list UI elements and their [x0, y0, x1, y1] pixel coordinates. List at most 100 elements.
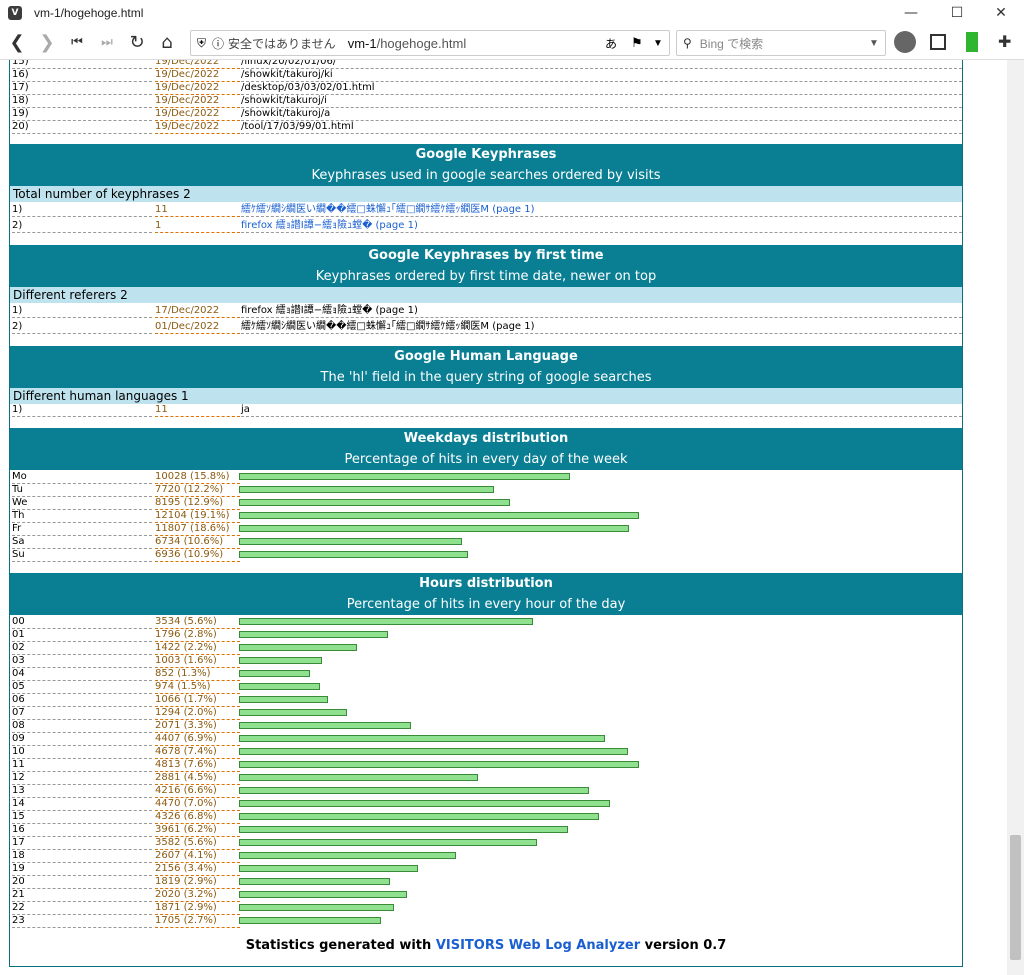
table-row: 1) 11 繧ｹ繧ｿ繝ｼ繝医い繝��繧□蛛懈ｭ｢繧□繝ｻ繧ｹ繧ｯ繝医M (page …	[10, 203, 962, 217]
hits-bar	[239, 839, 537, 846]
chevron-down-icon[interactable]: ▼	[653, 38, 663, 49]
row-value: 974 (1.5%)	[155, 680, 240, 694]
table-row: Fr 11807 (18.6%)	[10, 522, 962, 536]
table-row: 13 4216 (6.6%)	[10, 784, 962, 798]
table-row: 14 4470 (7.0%)	[10, 797, 962, 811]
row-label: 03	[12, 654, 152, 668]
table-row: 1) 11 ja	[10, 403, 962, 417]
row-value: 1066 (1.7%)	[155, 693, 240, 707]
reload-icon[interactable]: ↻	[122, 28, 152, 58]
row-value: 1003 (1.6%)	[155, 654, 240, 668]
hits-bar	[239, 878, 390, 885]
row-value: 3582 (5.6%)	[155, 836, 240, 850]
section-header: Hours distribution Percentage of hits in …	[10, 573, 962, 615]
section-subtitle: Keyphrases used in google searches order…	[311, 168, 661, 183]
url-path: /hogehoge.html	[376, 35, 467, 51]
minimize-button[interactable]: —	[888, 0, 934, 26]
profile-icon[interactable]	[894, 31, 916, 53]
table-row: 00 3534 (5.6%)	[10, 615, 962, 629]
section-subtitle: Percentage of hits in every hour of the …	[346, 597, 626, 612]
capture-icon[interactable]	[930, 34, 946, 50]
table-row: Tu 7720 (12.2%)	[10, 483, 962, 497]
row-label: Su	[12, 548, 152, 562]
row-value: 10028 (15.8%)	[155, 470, 240, 484]
hits-bar	[239, 486, 494, 493]
table-row: 08 2071 (3.3%)	[10, 719, 962, 733]
row-value: 11	[155, 203, 240, 217]
maximize-button[interactable]: ☐	[934, 0, 980, 26]
row-value: 19/Dec/2022	[155, 120, 240, 134]
table-row: 04 852 (1.3%)	[10, 667, 962, 681]
row-value: 2607 (4.1%)	[155, 849, 240, 863]
row-value: 1705 (2.7%)	[155, 914, 240, 928]
row-label: Tu	[12, 483, 152, 497]
row-label: 13	[12, 784, 152, 798]
row-label: 1)	[12, 203, 152, 217]
visitors-link[interactable]: VISITORS Web Log Analyzer	[436, 938, 640, 953]
forward-icon[interactable]: ❯	[32, 28, 62, 58]
row-value: 17/Dec/2022	[155, 304, 240, 318]
row-label: 11	[12, 758, 152, 772]
hits-bar	[239, 800, 610, 807]
translate-icon[interactable]: あ	[605, 35, 617, 52]
hits-bar	[239, 852, 456, 859]
keyphrase-link[interactable]: firefox 繧ｮ譛I譚−繧ｮ險ｭ螳� (page 1)	[241, 219, 962, 233]
section-header: Weekdays distribution Percentage of hits …	[10, 428, 962, 470]
scrollbar-thumb[interactable]	[1010, 835, 1021, 960]
table-row: 15 4326 (6.8%)	[10, 810, 962, 824]
table-row: Sa 6734 (10.6%)	[10, 535, 962, 549]
url-host: vm-1	[347, 35, 377, 51]
row-label: 02	[12, 641, 152, 655]
extension-bookmark-icon[interactable]	[966, 32, 978, 52]
fast-forward-icon[interactable]: ⏭	[92, 28, 122, 58]
table-row: 19 2156 (3.4%)	[10, 862, 962, 876]
row-label: 23	[12, 914, 152, 928]
row-label: 12	[12, 771, 152, 785]
bookmark-icon[interactable]: ⚑	[631, 35, 643, 51]
hits-bar	[239, 499, 510, 506]
row-label: 00	[12, 615, 152, 629]
close-button[interactable]: ✕	[978, 0, 1024, 26]
row-value: 19/Dec/2022	[155, 94, 240, 108]
table-row: 2) 1 firefox 繧ｮ譛I譚−繧ｮ險ｭ螳� (page 1)	[10, 219, 962, 233]
row-label: Fr	[12, 522, 152, 536]
row-text: /showkit/takuroj/ki	[241, 68, 962, 82]
extensions-puzzle-icon[interactable]: ✚	[998, 32, 1011, 51]
keyphrase-link[interactable]: 繧ｹ繧ｿ繝ｼ繝医い繝��繧□蛛懈ｭ｢繧□繝ｻ繧ｹ繧ｯ繝医M (page 1)	[241, 203, 962, 217]
info-icon[interactable]: ⓘ	[212, 35, 224, 52]
search-engine-chevron-icon[interactable]: ▼	[869, 38, 879, 49]
table-row: 06 1066 (1.7%)	[10, 693, 962, 707]
search-field[interactable]: ⚲ Bing で検索 ▼	[676, 30, 886, 56]
table-row: 16 3961 (6.2%)	[10, 823, 962, 837]
rewind-icon[interactable]: ⏮	[62, 28, 92, 58]
url-text[interactable]: vm-1/hogehoge.html	[348, 36, 467, 51]
scrollbar[interactable]	[1007, 60, 1024, 975]
row-text: firefox 繧ｮ譛I譚−繧ｮ險ｭ螳� (page 1)	[241, 304, 962, 318]
row-value: 2881 (4.5%)	[155, 771, 240, 785]
section-title: Google Keyphrases by first time	[368, 248, 604, 263]
row-label: 21	[12, 888, 152, 902]
row-label: 20)	[12, 120, 152, 134]
section-subtitle: The 'hl' field in the query string of go…	[320, 370, 652, 385]
row-value: 6936 (10.9%)	[155, 548, 240, 562]
row-value: 1422 (2.2%)	[155, 641, 240, 655]
hits-bar	[239, 538, 462, 545]
nav-bar: ❮ ❯ ⏮ ⏭ ↻ ⌂ ⛨ ⓘ 安全ではありません vm-1/hogehoge.…	[0, 26, 1024, 60]
row-value: 19/Dec/2022	[155, 81, 240, 95]
table-row: 21 2020 (3.2%)	[10, 888, 962, 902]
home-icon[interactable]: ⌂	[152, 28, 182, 58]
section-title: Hours distribution	[419, 576, 553, 591]
row-text: /tool/17/03/99/01.html	[241, 120, 962, 134]
hits-bar	[239, 551, 468, 558]
shield-icon[interactable]: ⛨	[197, 36, 206, 51]
table-row: 18) 19/Dec/2022/showkit/takuroj/i	[10, 94, 962, 108]
search-input[interactable]: Bing で検索	[700, 35, 763, 52]
hits-bar	[239, 826, 568, 833]
row-value: 852 (1.3%)	[155, 667, 240, 681]
back-icon[interactable]: ❮	[2, 28, 32, 58]
hits-bar	[239, 644, 357, 651]
row-text: /showkit/takuroj/a	[241, 107, 962, 121]
table-row: 01 1796 (2.8%)	[10, 628, 962, 642]
address-bar[interactable]: ⛨ ⓘ 安全ではありません vm-1/hogehoge.html あ ⚑ ▼	[190, 30, 670, 56]
hits-bar	[239, 657, 322, 664]
